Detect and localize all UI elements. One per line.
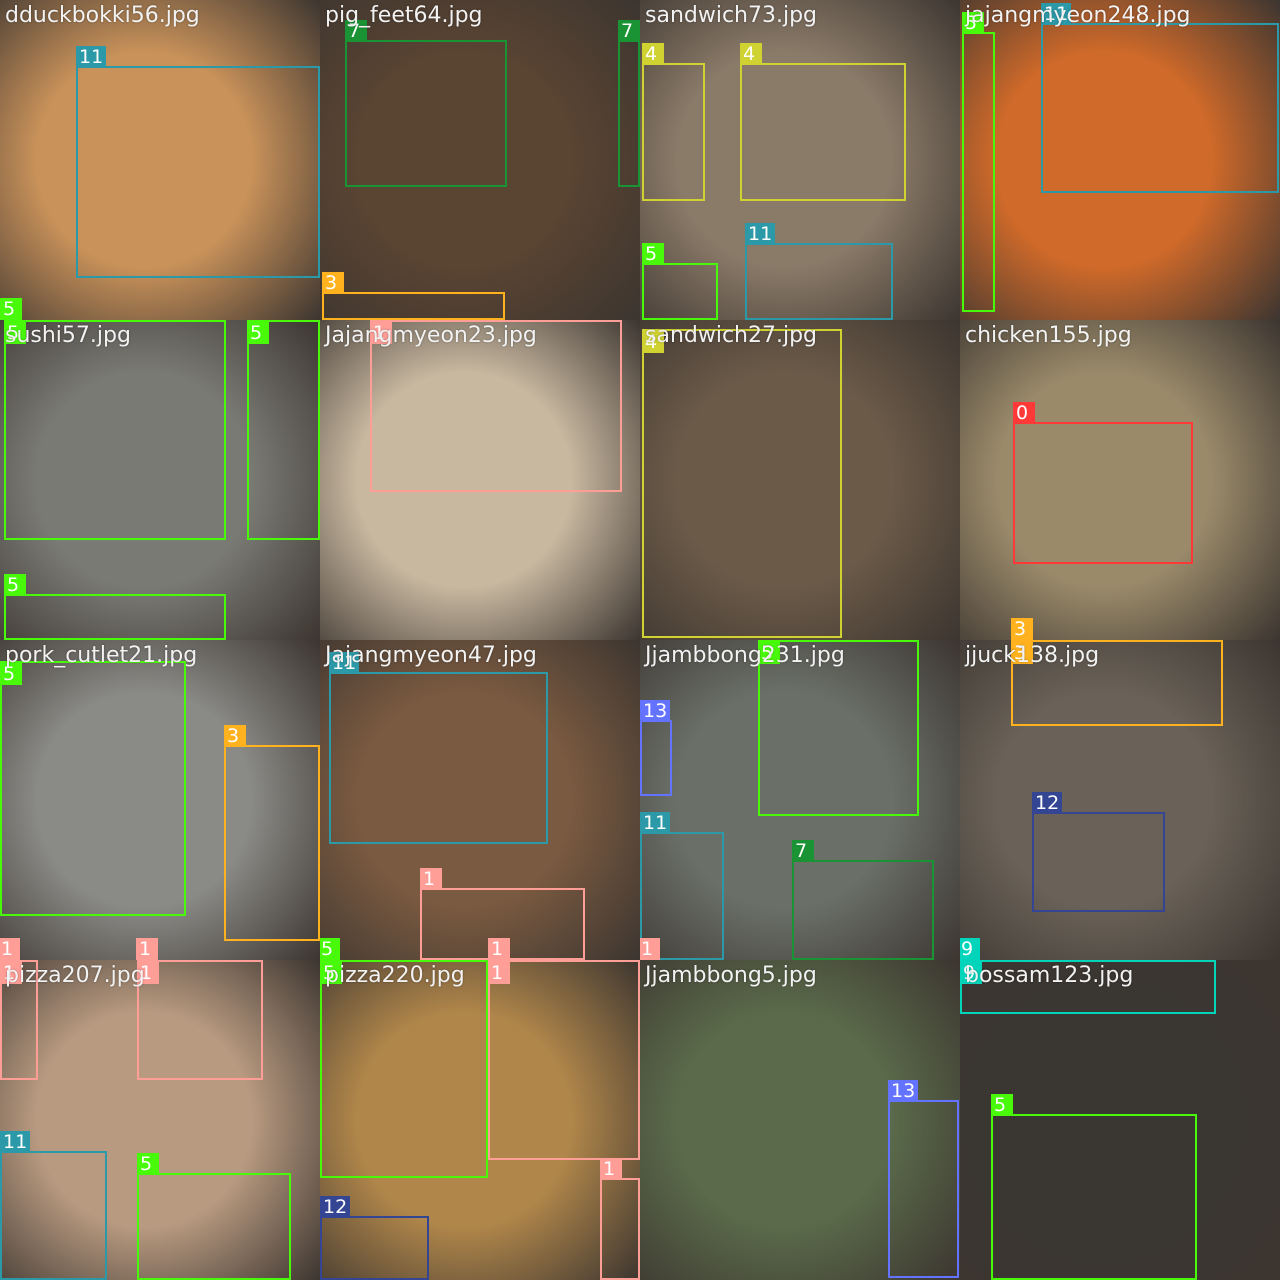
class-label: 1 — [420, 868, 442, 890]
bounding-box: 12 — [1032, 792, 1165, 912]
tile-filename: pizza207.jpg — [5, 963, 145, 988]
class-label: 4 — [642, 43, 664, 65]
bounding-box: 11 — [329, 652, 548, 844]
image-tile: pig_feet64.jpg 7 7 3 — [320, 0, 640, 320]
class-label: 0 — [1013, 402, 1035, 424]
bounding-box: 7 — [618, 20, 640, 187]
tile-filename: Jjambbong231.jpg — [645, 643, 845, 668]
tile-filename: pizza220.jpg — [325, 963, 465, 988]
class-label: 3 — [1011, 618, 1033, 640]
tile-filename: pork_cutlet21.jpg — [5, 643, 198, 668]
class-label: 11 — [76, 46, 107, 68]
image-tile: sandwich27.jpg 4 — [640, 320, 960, 640]
bounding-box: 0 — [1013, 402, 1193, 564]
tile-filename: jjuck138.jpg — [965, 643, 1100, 668]
tile-filename: sandwich73.jpg — [645, 3, 818, 28]
class-label: 5 — [991, 1094, 1013, 1116]
bounding-box: 7 — [792, 840, 934, 960]
class-label: 1 — [488, 938, 510, 960]
class-label: 11 — [640, 812, 671, 834]
bounding-box: 7 — [345, 20, 507, 187]
bounding-box: 5 — [247, 320, 320, 540]
bounding-box: 1 — [488, 960, 640, 1160]
class-label: 5 — [137, 1153, 159, 1175]
class-label: 3 — [322, 272, 344, 294]
bounding-box: 5 — [642, 243, 718, 320]
bounding-box: 5 — [991, 1094, 1197, 1280]
bounding-box: 1 — [600, 1158, 640, 1280]
class-label: 1 — [640, 938, 660, 960]
tile-filename: sushi57.jpg — [5, 323, 131, 348]
bounding-box: 4 — [642, 43, 705, 201]
class-label: 5 — [642, 243, 664, 265]
tile-filename: chicken155.jpg — [965, 323, 1132, 348]
tile-filename: Jajangmyeon23.jpg — [325, 323, 537, 348]
class-label: 5 — [4, 574, 26, 596]
bounding-box: 5 — [4, 320, 226, 540]
bounding-box: 11 — [0, 1131, 107, 1280]
class-label: 5 — [0, 298, 22, 320]
bounding-box: 12 — [320, 1196, 429, 1280]
class-label: 1 — [0, 938, 20, 960]
tile-filename: sandwich27.jpg — [645, 323, 818, 348]
tile-filename: dduckbokki56.jpg — [5, 3, 200, 28]
bounding-box: 5 — [4, 574, 226, 640]
class-label: 3 — [224, 725, 246, 747]
class-label: 13 — [640, 700, 671, 722]
class-label: 5 — [320, 938, 340, 960]
class-label: 11 — [0, 1131, 31, 1153]
bounding-box: 5 — [962, 12, 995, 312]
image-tile: Jjambbong231.jpg 5 13 11 7 1 — [640, 640, 960, 960]
bounding-box: 5 — [0, 661, 186, 916]
image-tile: jjuck138.jpg 3 12 9 — [960, 640, 1280, 960]
class-label: 7 — [618, 20, 640, 42]
bounding-box: 3 — [224, 725, 320, 941]
class-label: 12 — [320, 1196, 351, 1218]
class-label: 4 — [740, 43, 762, 65]
detection-mosaic: dduckbokki56.jpg 11 5 pig_feet64.jpg 7 7 3 sand… — [0, 0, 1280, 1280]
image-tile: pizza220.jpg 5 1 12 1 — [320, 960, 640, 1280]
class-label: 12 — [1032, 792, 1063, 814]
class-label: 7 — [792, 840, 814, 862]
bounding-box: 4 — [642, 329, 842, 638]
image-tile: jajangmyeon248.jpg 11 5 — [960, 0, 1280, 320]
image-tile: dduckbokki56.jpg 11 5 — [0, 0, 320, 320]
image-tile: sandwich73.jpg 4 4 11 5 — [640, 0, 960, 320]
class-label: 9 — [960, 938, 980, 960]
class-label: 5 — [247, 322, 269, 344]
tile-filename: Jjambbong5.jpg — [645, 963, 817, 988]
image-tile: pork_cutlet21.jpg 5 3 1 1 — [0, 640, 320, 960]
class-label: 1 — [488, 962, 510, 984]
bounding-box: 13 — [640, 700, 672, 796]
image-tile: chicken155.jpg 0 3 — [960, 320, 1280, 640]
tile-filename: pig_feet64.jpg — [325, 3, 483, 28]
tile-filename: jajangmyeon248.jpg — [965, 3, 1191, 28]
image-tile: Jjambbong5.jpg 13 — [640, 960, 960, 1280]
bounding-box: 5 — [137, 1153, 291, 1280]
image-tile: sushi57.jpg 5 5 5 — [0, 320, 320, 640]
bounding-box: 1 — [137, 960, 263, 1080]
image-tile: bossam123.jpg 9 5 — [960, 960, 1280, 1280]
bounding-box: 11 — [1041, 3, 1279, 193]
bounding-box: 5 — [320, 960, 488, 1178]
class-label: 11 — [745, 223, 776, 245]
bounding-box: 3 — [322, 272, 505, 320]
bounding-box: 11 — [745, 223, 893, 320]
bounding-box: 13 — [888, 1080, 959, 1278]
tile-filename: bossam123.jpg — [965, 963, 1134, 988]
image-tile: Jajangmyeon23.jpg 1 — [320, 320, 640, 640]
class-label: 1 — [600, 1158, 622, 1180]
class-label: 13 — [888, 1080, 919, 1102]
image-tile: pizza207.jpg 1 1 11 5 — [0, 960, 320, 1280]
image-tile: Jajangmyeon47.jpg 11 1 5 1 — [320, 640, 640, 960]
class-label: 1 — [136, 938, 158, 960]
bounding-box: 4 — [740, 43, 906, 201]
bounding-box: 11 — [76, 46, 320, 278]
tile-filename: Jajangmyeon47.jpg — [325, 643, 537, 668]
